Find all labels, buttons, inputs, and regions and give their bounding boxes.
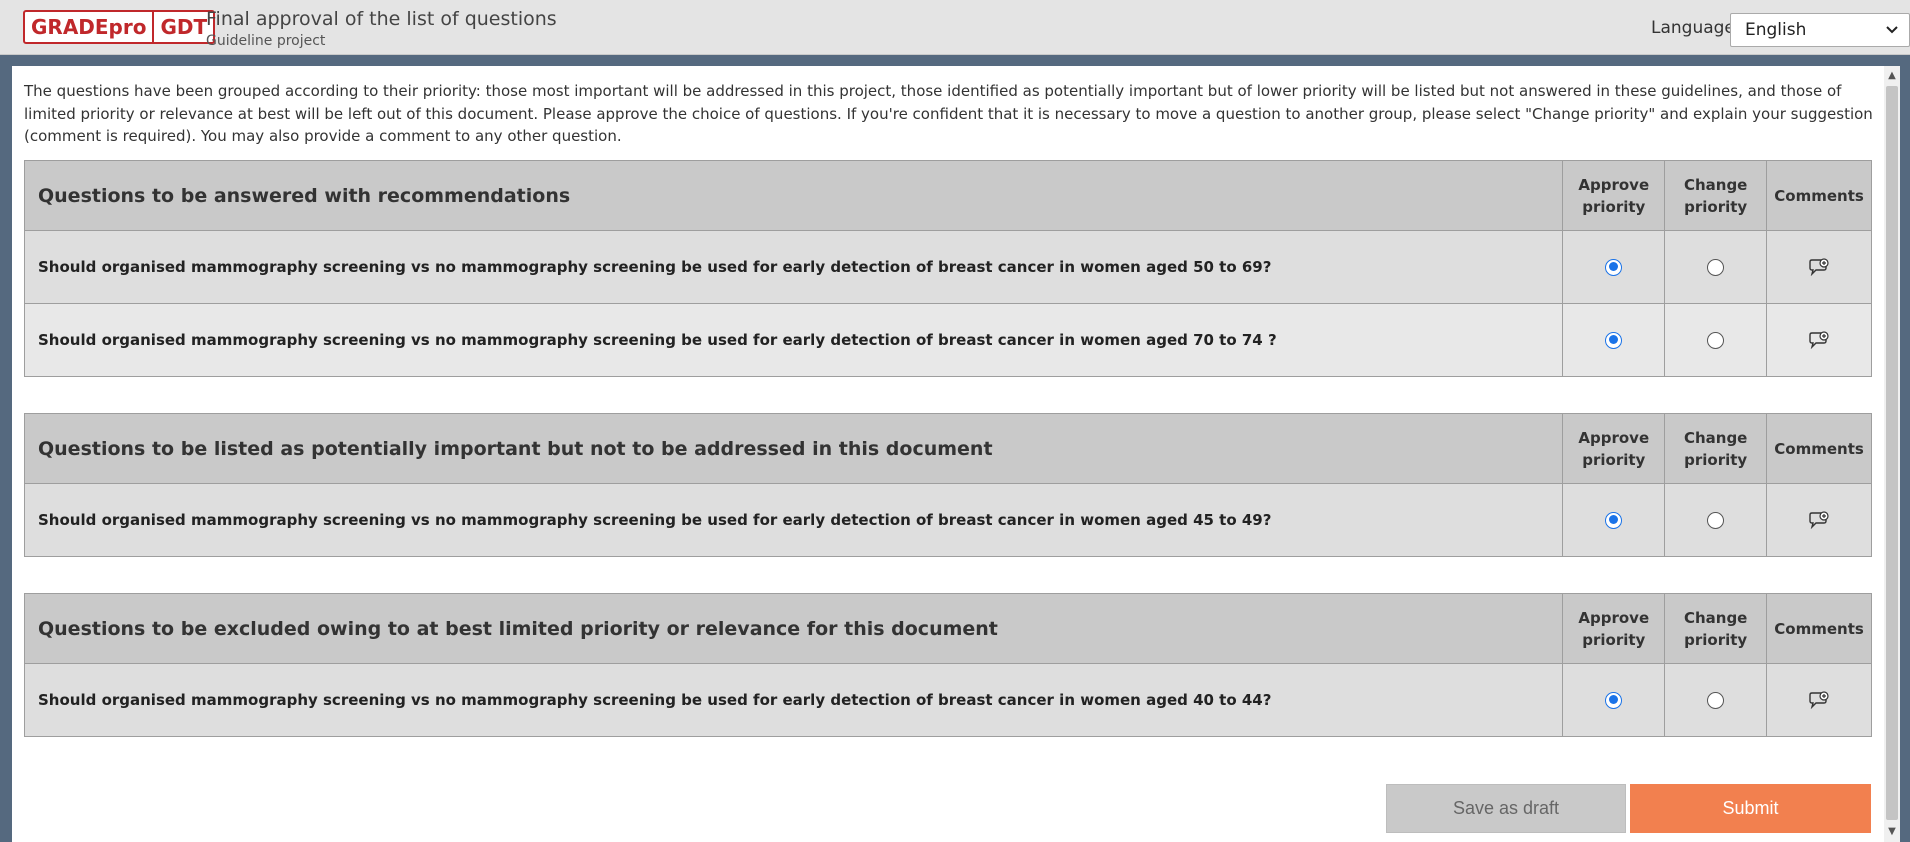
approve-priority-header: Approve priority	[1563, 594, 1666, 663]
comments-cell	[1767, 484, 1871, 556]
question-group: Questions to be answered with recommenda…	[24, 160, 1872, 377]
comments-cell	[1767, 304, 1871, 376]
chevron-down-icon	[1885, 14, 1899, 57]
comments-header: Comments	[1774, 186, 1864, 205]
language-value: English	[1745, 20, 1807, 40]
scrollbar-thumb[interactable]	[1886, 86, 1898, 820]
group-title: Questions to be excluded owing to at bes…	[25, 594, 1564, 663]
project-subtitle: Guideline project	[206, 33, 326, 49]
language-select[interactable]: English	[1730, 13, 1910, 47]
comments-header: Comments	[1774, 619, 1864, 638]
comments-cell	[1767, 231, 1871, 303]
add-comment-icon[interactable]	[1807, 331, 1831, 349]
group-header: Questions to be answered with recommenda…	[25, 161, 1871, 230]
approve-priority-radio[interactable]	[1605, 511, 1623, 529]
change-priority-header: Change priority	[1665, 594, 1768, 663]
vertical-scrollbar[interactable]: ▲ ▼	[1884, 66, 1900, 842]
question-row: Should organised mammography screening v…	[25, 230, 1871, 303]
comments-cell	[1767, 664, 1871, 736]
change-priority-radio[interactable]	[1707, 691, 1725, 709]
logo-gdt: GDT	[152, 12, 213, 42]
question-group: Questions to be listed as potentially im…	[24, 413, 1872, 557]
group-title: Questions to be answered with recommenda…	[25, 161, 1564, 230]
add-comment-icon[interactable]	[1807, 258, 1831, 276]
question-row: Should organised mammography screening v…	[25, 483, 1871, 556]
question-text: Should organised mammography screening v…	[25, 304, 1564, 376]
app-header: GRADEpro GDT Final approval of the list …	[0, 0, 1910, 55]
main-panel: The questions have been grouped accordin…	[12, 66, 1884, 842]
change-priority-radio[interactable]	[1707, 331, 1725, 349]
approve-priority-radio[interactable]	[1605, 258, 1623, 276]
approve-cell	[1563, 231, 1666, 303]
question-group: Questions to be excluded owing to at bes…	[24, 593, 1872, 737]
approve-cell	[1563, 664, 1666, 736]
page-title: Final approval of the list of questions	[206, 8, 557, 30]
change-cell	[1665, 664, 1768, 736]
change-cell	[1665, 484, 1768, 556]
scroll-down-arrow-icon[interactable]: ▼	[1884, 824, 1900, 840]
title-block: Final approval of the list of questions …	[206, 7, 557, 50]
submit-button[interactable]: Submit	[1630, 784, 1871, 833]
change-cell	[1665, 304, 1768, 376]
group-header: Questions to be listed as potentially im…	[25, 414, 1871, 483]
approve-cell	[1563, 484, 1666, 556]
approve-priority-radio[interactable]	[1605, 691, 1623, 709]
approve-cell	[1563, 304, 1666, 376]
approve-priority-radio[interactable]	[1605, 331, 1623, 349]
logo-gradepro: GRADEpro	[31, 15, 147, 39]
question-text: Should organised mammography screening v…	[25, 231, 1564, 303]
group-title: Questions to be listed as potentially im…	[25, 414, 1564, 483]
question-row: Should organised mammography screening v…	[25, 663, 1871, 736]
change-priority-header: Change priority	[1665, 414, 1768, 483]
comments-header: Comments	[1774, 439, 1864, 458]
gradepro-logo: GRADEpro GDT	[23, 10, 216, 44]
approve-priority-header: Approve priority	[1563, 414, 1666, 483]
question-text: Should organised mammography screening v…	[25, 484, 1564, 556]
group-header: Questions to be excluded owing to at bes…	[25, 594, 1871, 663]
change-priority-header: Change priority	[1665, 161, 1768, 230]
approve-priority-header: Approve priority	[1563, 161, 1666, 230]
add-comment-icon[interactable]	[1807, 511, 1831, 529]
intro-text: The questions have been grouped accordin…	[24, 82, 1873, 145]
add-comment-icon[interactable]	[1807, 691, 1831, 709]
scroll-up-arrow-icon[interactable]: ▲	[1884, 68, 1900, 84]
question-text: Should organised mammography screening v…	[25, 664, 1564, 736]
change-priority-radio[interactable]	[1707, 511, 1725, 529]
language-label: Language	[1651, 18, 1735, 38]
change-priority-radio[interactable]	[1707, 258, 1725, 276]
save-as-draft-button[interactable]: Save as draft	[1386, 784, 1626, 833]
change-cell	[1665, 231, 1768, 303]
question-row: Should organised mammography screening v…	[25, 303, 1871, 376]
